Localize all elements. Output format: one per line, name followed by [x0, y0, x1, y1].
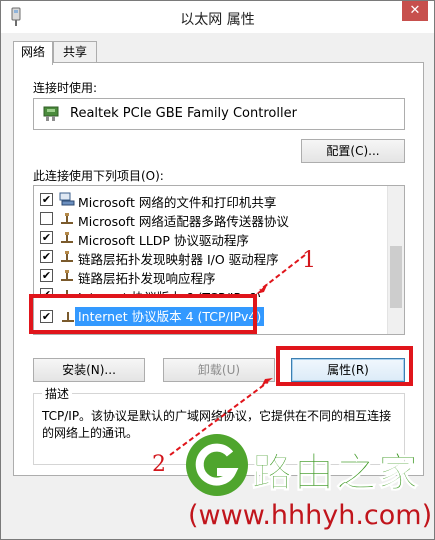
checkbox[interactable]: ✔	[40, 250, 53, 263]
list-item-selected[interactable]: ✔ Internet 协议版本 4 (TCP/IPv4)	[34, 307, 389, 326]
checkbox[interactable]: ✔	[40, 310, 53, 323]
adapter-name: Realtek PCIe GBE Family Controller	[70, 106, 297, 121]
tab-network-label: 网络	[20, 45, 45, 59]
scrollbar-thumb[interactable]	[390, 246, 402, 308]
title-bar[interactable]: 以太网 属性 ✕	[1, 1, 434, 33]
items-list: ✔ Microsoft 网络的文件和打印机共享 Microsoft 网络适配器多…	[33, 185, 405, 335]
check-icon: ✔	[41, 310, 52, 323]
watermark-url: (www.hhhyh.com)	[188, 500, 433, 531]
adapter-icon	[43, 106, 59, 121]
item-label: Internet 协议版本 4 (TCP/IPv4)	[75, 307, 265, 326]
close-icon: ✕	[409, 3, 421, 18]
network-client-icon	[59, 192, 75, 206]
checkbox[interactable]: ✔	[40, 231, 53, 244]
watermark-title: 路由之家	[252, 450, 420, 497]
close-button[interactable]: ✕	[402, 1, 428, 21]
tab-sharing-label: 共享	[62, 45, 87, 59]
adapter-field: Realtek PCIe GBE Family Controller	[33, 98, 405, 130]
protocol-icon	[61, 213, 73, 224]
watermark-logo-icon	[186, 434, 248, 496]
watermark-url-text: www.hhhyh.com	[198, 500, 422, 531]
protocol-icon	[61, 251, 73, 262]
protocol-icon	[62, 312, 74, 322]
tab-sharing[interactable]: 共享	[53, 41, 97, 63]
checkbox[interactable]	[40, 212, 53, 225]
list-item[interactable]: ✔ 链路层拓扑发现响应程序	[34, 266, 389, 286]
list-scrollbar[interactable]	[387, 186, 404, 334]
list-item[interactable]: ✔ Internet 协议版本 6 (TCP/IPv6)	[34, 285, 389, 297]
checkbox[interactable]: ✔	[40, 193, 53, 206]
list-item[interactable]: ✔ Microsoft 网络的文件和打印机共享	[34, 190, 389, 210]
check-icon: ✔	[41, 250, 52, 263]
check-icon: ✔	[41, 269, 52, 282]
list-item[interactable]: ✔ Microsoft LLDP 协议驱动程序	[34, 228, 389, 248]
checkbox[interactable]: ✔	[40, 269, 53, 282]
check-icon: ✔	[41, 193, 52, 206]
network-tab-panel: 连接时使用: Realtek PCIe GBE Family Controlle…	[13, 62, 424, 476]
protocol-icon	[61, 232, 73, 243]
check-icon: ✔	[41, 288, 52, 297]
annotation-number-1: 1	[302, 248, 316, 273]
window-title: 以太网 属性	[180, 12, 255, 28]
item-label: Internet 协议版本 6 (TCP/IPv6)	[78, 287, 261, 297]
uninstall-button[interactable]: 卸载(U)	[163, 358, 275, 382]
install-button[interactable]: 安装(N)...	[33, 358, 145, 382]
connect-using-label: 连接时使用:	[33, 81, 98, 95]
tab-network[interactable]: 网络	[13, 41, 53, 65]
protocol-icon	[66, 290, 68, 297]
list-item[interactable]: ✔ 链路层拓扑发现映射器 I/O 驱动程序	[34, 247, 389, 267]
configure-button[interactable]: 配置(C)...	[301, 139, 405, 163]
items-label: 此连接使用下列项目(O):	[33, 169, 164, 183]
protocol-icon	[61, 270, 73, 281]
check-icon: ✔	[41, 231, 52, 244]
annotation-number-2: 2	[152, 452, 166, 477]
checkbox[interactable]: ✔	[40, 288, 53, 297]
list-item[interactable]: Microsoft 网络适配器多路传送器协议	[34, 209, 389, 229]
description-title: 描述	[42, 385, 73, 402]
properties-button[interactable]: 属性(R)	[291, 358, 405, 382]
